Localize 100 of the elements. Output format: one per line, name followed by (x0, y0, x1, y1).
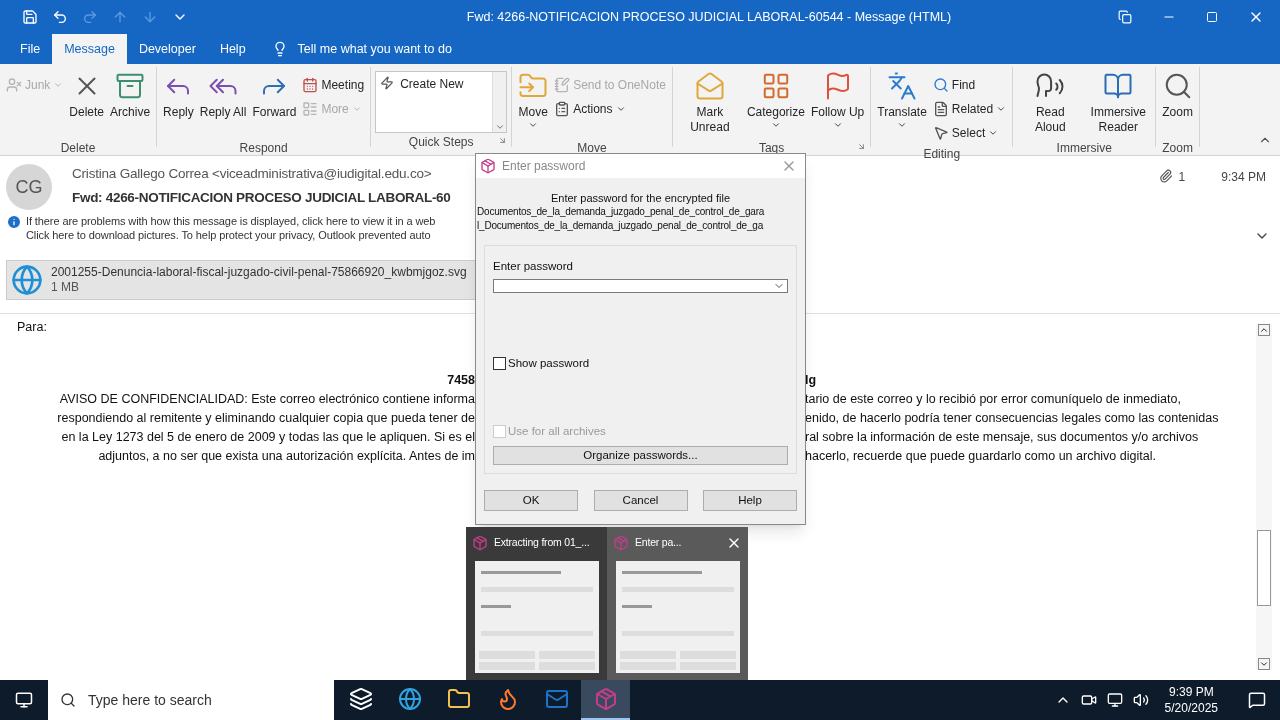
undo-icon[interactable] (52, 9, 68, 25)
scroll-up-icon[interactable] (1258, 324, 1270, 336)
sender: Cristina Gallego Correa <viceadministrativa@iudigital.edu.co> (72, 165, 432, 183)
app-icon (348, 687, 373, 711)
ribbon-button[interactable]: Reply All (197, 67, 249, 139)
ribbon-icon (694, 71, 725, 101)
group-label: Respond (239, 140, 288, 155)
group-label: Editing (923, 146, 961, 161)
dialog-button[interactable]: Help (703, 490, 797, 511)
file-name: l_Documentos_de_la_demanda_juzgado_penal_de_control_de_ga (476, 219, 764, 233)
ribbon-tab[interactable]: Developer (126, 34, 208, 64)
gallery-item[interactable]: Create New (376, 72, 493, 132)
taskbar-search-field[interactable]: Type here to search (48, 680, 334, 720)
ribbon-button[interactable]: Translate (875, 67, 929, 139)
ribbon-tab[interactable]: Help (207, 34, 258, 64)
to-label: Para: (16, 319, 48, 336)
save-icon[interactable] (22, 9, 38, 25)
received-time: 9:34 PM (1221, 169, 1266, 186)
window-title: Fwd: 4266-NOTIFICACION PROCESO JUDICIAL LABORAL-60544 - Message (HTML) (465, 8, 953, 26)
group-label: Delete (60, 140, 96, 155)
search-icon (60, 692, 76, 708)
ribbon-button[interactable]: Forward (250, 67, 299, 139)
ribbon-tab[interactable]: File (8, 34, 53, 64)
field-label: Enter password (493, 259, 574, 274)
ribbon-icon (302, 77, 319, 93)
avatar: CG (6, 164, 52, 210)
ribbon-icon (932, 101, 949, 117)
dialog-title: Enter password (502, 158, 587, 175)
ribbon-display-icon[interactable] (1118, 10, 1132, 24)
attachment-size: 1 MB (51, 280, 80, 295)
gallery-scrollbar[interactable] (492, 72, 507, 132)
info-icon (6, 214, 22, 230)
dropdown-caret-icon (897, 120, 908, 130)
body-text: lg (805, 372, 817, 387)
dropdown-caret-icon (615, 104, 626, 114)
ribbon-button[interactable]: Read Aloud (1017, 67, 1084, 139)
notification-icon[interactable] (1248, 691, 1266, 709)
ribbon-tab[interactable]: Message (52, 34, 127, 64)
app-icon (397, 687, 422, 711)
dropdown-caret-icon (996, 104, 1007, 114)
window-thumbnail[interactable]: Enter pa... (607, 527, 748, 680)
password-field[interactable] (493, 279, 788, 294)
group-label: Quick Steps (408, 134, 474, 149)
app-icon (544, 687, 569, 711)
group-label: Zoom (1162, 140, 1193, 155)
attachment-name: 2001255-Denuncia-laboral-fiscal-juzgado-civil-penal-75866920_kwbmjgoz.svg (51, 265, 467, 280)
volume-icon[interactable] (1132, 692, 1149, 708)
ribbon-icon (115, 71, 146, 101)
ribbon-button[interactable]: Archive (108, 67, 153, 139)
body-text: adjuntos, a no ser que exista una autorización explícita. Antes de im (98, 448, 475, 463)
maximize-icon[interactable] (1206, 11, 1218, 23)
ribbon-button[interactable]: Move (516, 67, 551, 139)
ribbon-button[interactable]: Select (930, 121, 1009, 145)
scroll-down-icon[interactable] (1258, 658, 1270, 670)
ribbon-button[interactable]: Follow Up (808, 67, 867, 139)
clock[interactable]: 9:39 PM 5/20/2025 (1158, 684, 1224, 716)
meet-icon[interactable] (1080, 692, 1097, 708)
ribbon-icon (554, 101, 571, 117)
ribbon-button[interactable]: Actions (552, 97, 668, 121)
info-bar-text[interactable]: Click here to download pictures. To help protect your privacy, Outlook prevented auto (26, 228, 431, 242)
dropdown-caret-icon (770, 120, 781, 130)
ribbon-icon (932, 77, 949, 93)
body-text: hacerlo, recuerde que puede guardarlo como un archivo digital. (805, 448, 1156, 463)
ribbon-button[interactable]: Zoom (1160, 67, 1195, 139)
ribbon-icon (1103, 71, 1134, 101)
app-icon (593, 687, 618, 711)
vertical-scrollbar[interactable] (1256, 324, 1272, 670)
scrollbar-thumb[interactable] (1257, 530, 1271, 606)
ribbon-button[interactable]: Delete (67, 67, 107, 139)
ribbon-button[interactable]: Immersive Reader (1085, 67, 1152, 139)
dialog-button[interactable]: Cancel (593, 490, 688, 511)
app-icon (446, 687, 471, 711)
tell-me-search[interactable]: Tell me what you want to do (297, 39, 452, 59)
checkbox-option[interactable]: Show password (493, 355, 788, 373)
ribbon-button[interactable]: Categorize (744, 67, 807, 139)
network-icon[interactable] (1106, 692, 1123, 708)
paperclip-icon (1158, 169, 1173, 183)
file-name: Documentos_de_la_demanda_juzgado_penal_de_control_de_gara (476, 205, 765, 219)
thumbnail-title: Enter pa... (635, 535, 682, 551)
ribbon-button[interactable]: Related (930, 97, 1009, 121)
dialog-launcher-icon[interactable] (498, 136, 508, 145)
ribbon-button[interactable]: Find (930, 73, 1009, 97)
ribbon-icon (932, 125, 949, 141)
info-bar-text[interactable]: If there are problems with how this message is displayed, click here to view it in a web (26, 214, 436, 228)
dropdown-caret-icon (832, 120, 843, 130)
dialog-launcher-icon[interactable] (857, 142, 867, 151)
group-label: Immersive (1056, 140, 1112, 155)
ribbon-button[interactable]: Reply (161, 67, 196, 139)
thumbnail-title: Extracting from 01_... (494, 535, 590, 551)
body-text: en la Ley 1273 del 5 de enero de 2009 y todas las que le apliquen. Si es el (61, 429, 475, 444)
ribbon-button[interactable]: Mark Unread (676, 67, 743, 139)
checkbox[interactable] (493, 357, 506, 371)
body-text: respondiendo al remitente y eliminando cualquier copia que pueda tener de (57, 410, 475, 425)
body-text: ral sobre la información de este mensaje, sus documentos y/o archivos (805, 429, 1199, 444)
ribbon-button[interactable]: Meeting (300, 73, 367, 97)
ribbon-icon (554, 77, 571, 93)
lightning-icon (380, 76, 395, 90)
dialog-button[interactable]: OK (484, 490, 578, 511)
organize-passwords-button[interactable]: Organize passwords... (493, 445, 788, 465)
ribbon-icon (302, 101, 319, 117)
